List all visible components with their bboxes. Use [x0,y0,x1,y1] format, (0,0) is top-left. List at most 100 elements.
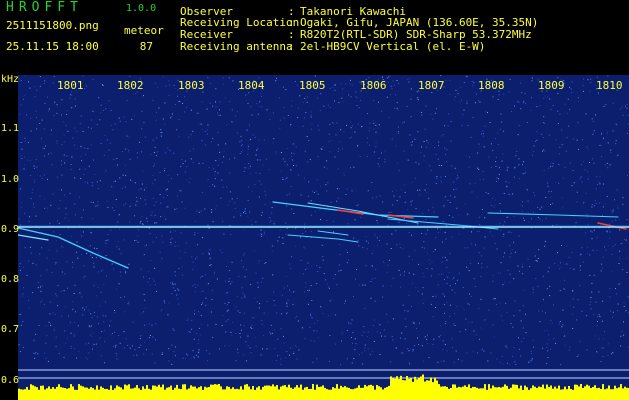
noise-speckle [39,253,41,255]
noise-bar-column [302,389,304,400]
noise-speckle [74,177,76,179]
noise-speckle [225,331,227,333]
noise-speckle [440,176,442,178]
noise-speckle [217,131,219,133]
noise-speckle [249,139,251,141]
noise-speckle [92,348,93,350]
noise-speckle [116,245,118,247]
noise-speckle [97,271,99,273]
noise-speckle [76,148,78,150]
noise-speckle [305,231,307,233]
noise-speckle [515,155,517,157]
noise-speckle [518,125,520,127]
noise-speckle [160,135,162,137]
noise-bar-column [394,378,396,400]
noise-speckle [411,306,412,307]
noise-speckle [200,314,202,316]
noise-bar-column [104,389,106,400]
noise-speckle [627,228,629,230]
noise-bar-column [552,388,554,400]
noise-bar-column [48,386,50,400]
noise-bar-column [446,386,448,400]
noise-bar-column [316,384,318,400]
noise-speckle [366,156,368,158]
noise-speckle [364,284,366,286]
noise-speckle [184,358,186,360]
noise-speckle [548,191,550,193]
noise-speckle [288,158,290,160]
noise-speckle [603,137,604,139]
noise-speckle [596,176,598,178]
noise-speckle [612,316,613,318]
noise-speckle [564,279,565,281]
noise-speckle [375,196,377,198]
noise-speckle [20,104,22,106]
noise-speckle [33,339,35,341]
noise-bar-column [98,389,100,400]
noise-speckle [265,158,267,160]
noise-speckle [502,235,504,237]
noise-speckle [79,123,81,125]
noise-bar-column [352,389,354,400]
noise-speckle [49,313,51,315]
noise-bar-column [452,384,454,400]
noise-speckle [36,117,37,118]
noise-speckle [181,201,183,203]
noise-speckle [92,159,94,161]
noise-speckle [421,146,422,148]
noise-speckle [587,79,589,81]
noise-speckle [227,309,229,311]
noise-speckle [217,164,219,166]
noise-speckle [240,213,242,215]
noise-speckle [432,296,434,297]
noise-speckle [444,176,446,177]
noise-speckle [454,167,456,169]
noise-speckle [27,142,29,144]
noise-speckle [414,345,416,347]
noise-speckle [379,354,381,356]
noise-speckle [21,202,23,204]
noise-bar-column [486,389,488,400]
noise-speckle [299,237,301,239]
noise-speckle [423,141,425,142]
noise-speckle [152,278,154,280]
noise-bar-column [598,387,600,400]
noise-speckle [61,174,63,176]
noise-speckle [605,104,607,106]
noise-speckle [455,188,457,190]
noise-speckle [159,251,161,253]
noise-speckle [34,86,35,88]
noise-bar-column [368,385,370,400]
noise-speckle [271,250,273,252]
noise-speckle [612,210,614,212]
noise-speckle [407,78,409,80]
noise-speckle [293,165,295,166]
noise-speckle [340,83,342,85]
noise-speckle [69,192,71,194]
noise-speckle [99,180,101,182]
noise-speckle [36,89,38,91]
noise-speckle [408,362,410,364]
noise-speckle [572,313,573,315]
noise-speckle [535,140,536,142]
noise-bar-column [86,387,88,400]
noise-speckle [439,325,441,327]
noise-speckle [39,123,41,124]
noise-speckle [577,122,579,124]
noise-bar-column [40,385,42,400]
noise-speckle [425,146,427,148]
noise-speckle [269,331,270,333]
noise-speckle [619,250,621,252]
noise-speckle [118,248,120,250]
noise-speckle [466,100,468,102]
noise-speckle [431,261,433,263]
noise-speckle [468,321,470,323]
noise-speckle [304,177,306,179]
noise-speckle [56,142,58,144]
noise-speckle [243,212,244,214]
noise-speckle [71,301,73,302]
noise-speckle [45,357,47,359]
noise-speckle [200,323,202,325]
noise-speckle [261,234,263,235]
noise-speckle [174,208,176,210]
